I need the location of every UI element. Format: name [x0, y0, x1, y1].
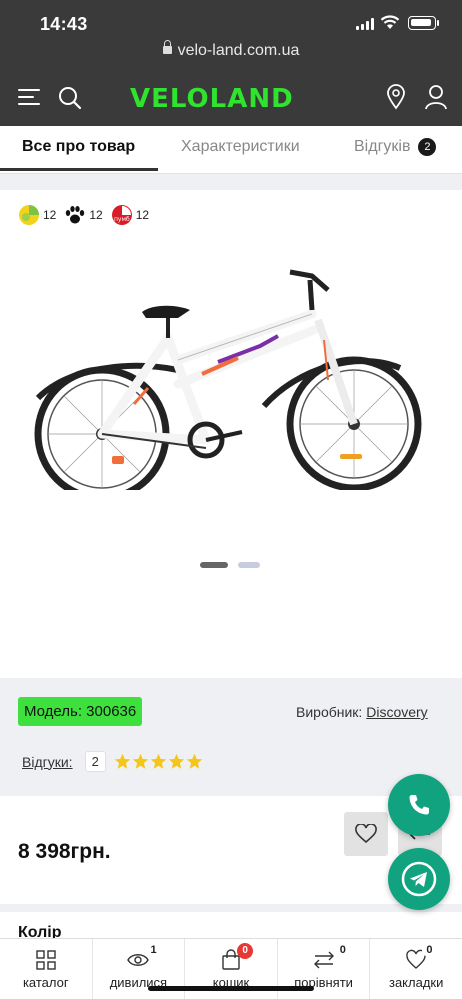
- add-to-wishlist-button[interactable]: [344, 812, 388, 856]
- bookmarks-badge: 0: [422, 943, 437, 957]
- tab-specs[interactable]: Характеристики: [181, 126, 300, 174]
- compare-badge: 0: [335, 943, 350, 957]
- tab-reviews-label: Відгуків: [354, 138, 411, 155]
- battery-tip: [437, 20, 439, 26]
- star-icon: [168, 753, 184, 769]
- product-price: 8 398грн.: [18, 840, 111, 863]
- installment-lime-icon: [19, 205, 39, 225]
- svg-text:пумб: пумб: [114, 216, 130, 223]
- gallery-pagination: [200, 562, 260, 568]
- reviews-tab-badge: 2: [418, 138, 437, 156]
- search-icon[interactable]: [58, 86, 82, 115]
- cart-badge: 0: [237, 943, 254, 959]
- user-icon[interactable]: [424, 84, 448, 115]
- product-gallery-card: 12 12 пумб 12: [0, 190, 462, 678]
- phone-icon: [409, 795, 429, 815]
- promo-item: 12: [18, 204, 56, 226]
- pumb-icon: пумб: [111, 205, 132, 225]
- site-logo[interactable]: VELOLAND: [130, 84, 294, 114]
- address-bar[interactable]: velo-land.com.ua: [0, 40, 462, 60]
- bottom-nav-bookmarks[interactable]: 0 закладки: [370, 939, 462, 999]
- promo-value: 12: [135, 208, 150, 222]
- promo-value: 12: [43, 208, 57, 222]
- promo-item: пумб 12: [111, 204, 149, 226]
- grid-icon: [36, 950, 56, 970]
- star-icon: [114, 753, 130, 769]
- reviews-summary: Відгуки: 2: [22, 751, 203, 772]
- telegram-icon: [401, 861, 437, 897]
- product-tabs: Все про товар Характеристики Відгуків 2: [0, 126, 462, 174]
- gallery-dot-active[interactable]: [200, 562, 228, 568]
- promo-item: 12: [64, 204, 103, 226]
- header-area: 14:43 velo-land.com.ua VELOLAND: [0, 0, 462, 126]
- rating-stars: [114, 753, 203, 770]
- star-icon: [132, 753, 148, 769]
- heart-icon: [355, 824, 377, 844]
- status-time: 14:43: [40, 14, 88, 34]
- url-text: velo-land.com.ua: [177, 42, 300, 59]
- star-icon: [186, 753, 202, 769]
- model-badge: Модель: 300636: [18, 697, 143, 726]
- bottom-nav-label: закладки: [388, 975, 444, 990]
- tab-reviews[interactable]: Відгуків 2: [354, 126, 437, 174]
- tab-about[interactable]: Все про товар: [22, 126, 135, 174]
- paw-icon: [66, 206, 85, 224]
- location-pin-icon[interactable]: [386, 84, 406, 115]
- home-indicator: [148, 986, 314, 991]
- eye-icon: [127, 954, 150, 966]
- manufacturer-link[interactable]: Discovery: [366, 704, 427, 720]
- lock-icon: [162, 40, 172, 54]
- star-icon: [150, 753, 166, 769]
- reviews-link[interactable]: Відгуки:: [22, 754, 73, 770]
- gallery-dot[interactable]: [238, 562, 260, 568]
- manufacturer: Виробник: Discovery: [296, 704, 428, 720]
- promo-value: 12: [89, 208, 103, 222]
- bottom-nav-label: каталог: [22, 975, 69, 990]
- telegram-button[interactable]: [388, 848, 450, 910]
- battery-icon: [408, 16, 436, 30]
- menu-icon[interactable]: [18, 86, 42, 108]
- tab-active-indicator: [0, 168, 158, 171]
- wifi-icon: [380, 14, 400, 35]
- site-nav: VELOLAND: [0, 76, 462, 122]
- promo-row: 12 12 пумб 12: [18, 204, 149, 226]
- manufacturer-label: Виробник:: [296, 704, 363, 720]
- bottom-nav-catalog[interactable]: каталог: [0, 939, 93, 999]
- product-bike-image[interactable]: [28, 250, 428, 490]
- signal-icon: [356, 18, 374, 30]
- status-bar: 14:43: [0, 0, 462, 44]
- compare-icon: [313, 951, 334, 969]
- viewed-badge: 1: [146, 943, 161, 957]
- reviews-count: 2: [84, 751, 106, 772]
- call-button[interactable]: [388, 774, 450, 836]
